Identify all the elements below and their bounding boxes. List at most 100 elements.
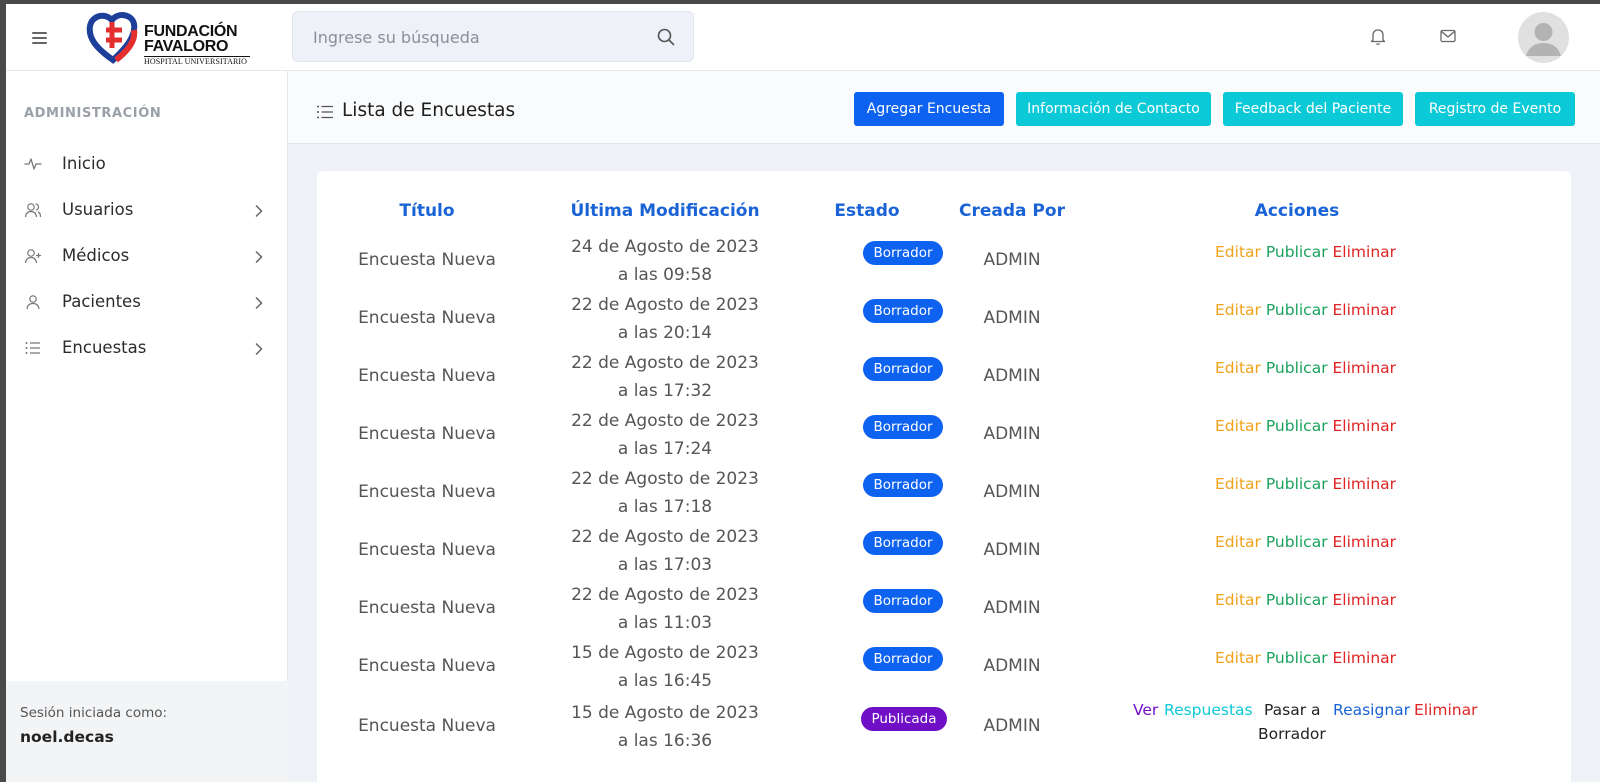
avatar[interactable] [1518, 12, 1569, 63]
heart-logo-icon [86, 12, 138, 64]
table-row: Encuesta Nueva 24 de Agosto de 2023 a las… [317, 233, 1571, 291]
contact-info-button[interactable]: Información de Contacto [1016, 92, 1211, 126]
date-line: 15 de Agosto de 2023 [571, 703, 759, 723]
delete-link[interactable]: Eliminar [1333, 591, 1397, 609]
row-actions: Editar Publicar Eliminar [1215, 475, 1396, 493]
survey-title: Encuesta Nueva [358, 366, 496, 386]
menu-icon[interactable] [32, 32, 47, 44]
time-line: a las 17:18 [617, 497, 713, 517]
bell-icon[interactable] [1370, 28, 1386, 46]
edit-link[interactable]: Editar [1215, 301, 1261, 319]
edit-link[interactable]: Editar [1215, 243, 1261, 261]
publish-link[interactable]: Publicar [1266, 649, 1328, 667]
list-icon [317, 105, 333, 119]
publish-link[interactable]: Publicar [1266, 301, 1328, 319]
status-badge: Borrador [863, 241, 943, 265]
sidebar-item-encuestas[interactable]: Encuestas [6, 329, 288, 369]
date-line: 22 de Agosto de 2023 [571, 411, 759, 431]
modified-date: 22 de Agosto de 2023 a las 17:32 [545, 349, 785, 405]
column-header-modified: Última Modificación [570, 201, 760, 221]
edit-link[interactable]: Editar [1215, 533, 1261, 551]
delete-link[interactable]: Eliminar [1333, 359, 1397, 377]
logo[interactable]: FUNDACIÓN FAVALORO HOSPITAL UNIVERSITARI… [86, 8, 256, 66]
to-draft-link[interactable]: Pasar a [1264, 701, 1321, 719]
sidebar-item-label: Usuarios [62, 200, 134, 219]
users-icon [24, 203, 42, 218]
table-row: Encuesta Nueva 22 de Agosto de 2023 a las… [317, 581, 1571, 639]
page-title: Lista de Encuestas [342, 100, 516, 121]
sidebar-heading: ADMINISTRACIÓN [24, 106, 162, 121]
table-row: Encuesta Nueva 22 de Agosto de 2023 a las… [317, 407, 1571, 465]
status-badge: Borrador [863, 647, 943, 671]
chevron-right-icon [255, 342, 263, 356]
reassign-link[interactable]: Reasignar [1333, 701, 1410, 719]
sidebar-item-label: Inicio [62, 154, 106, 173]
created-by: ADMIN [983, 250, 1041, 270]
modified-date: 22 de Agosto de 2023 a las 17:18 [545, 465, 785, 521]
created-by: ADMIN [983, 308, 1041, 328]
view-link[interactable]: Ver [1133, 701, 1158, 719]
publish-link[interactable]: Publicar [1266, 475, 1328, 493]
edit-link[interactable]: Editar [1215, 359, 1261, 377]
search-input[interactable] [313, 26, 643, 48]
delete-link[interactable]: Eliminar [1333, 475, 1397, 493]
created-by: ADMIN [983, 540, 1041, 560]
time-line: a las 11:03 [617, 613, 713, 633]
time-line: a las 09:58 [617, 265, 713, 285]
to-draft-link-2[interactable]: Borrador [1258, 725, 1326, 743]
publish-link[interactable]: Publicar [1266, 243, 1328, 261]
delete-link[interactable]: Eliminar [1333, 649, 1397, 667]
edit-link[interactable]: Editar [1215, 475, 1261, 493]
column-header-created-by: Creada Por [959, 201, 1065, 221]
delete-link[interactable]: Eliminar [1333, 243, 1397, 261]
sidebar-item-medicos[interactable]: Médicos [6, 237, 288, 277]
mail-icon[interactable] [1440, 29, 1456, 43]
delete-link[interactable]: Eliminar [1333, 417, 1397, 435]
publish-link[interactable]: Publicar [1266, 591, 1328, 609]
user-icon [26, 295, 40, 310]
logo-line-3: HOSPITAL UNIVERSITARIO [144, 57, 248, 66]
status-badge: Publicada [861, 707, 947, 731]
delete-link[interactable]: Eliminar [1333, 301, 1397, 319]
edit-link[interactable]: Editar [1215, 649, 1261, 667]
row-actions: Editar Publicar Eliminar [1215, 359, 1396, 377]
row-actions: Editar Publicar Eliminar [1215, 591, 1396, 609]
search-icon[interactable] [657, 28, 675, 46]
list-icon [25, 342, 40, 354]
table-row: Encuesta Nueva 22 de Agosto de 2023 a las… [317, 349, 1571, 407]
publish-link[interactable]: Publicar [1266, 533, 1328, 551]
event-log-button[interactable]: Registro de Evento [1415, 92, 1575, 126]
sidebar-item-pacientes[interactable]: Pacientes [6, 283, 288, 323]
created-by: ADMIN [983, 482, 1041, 502]
chevron-right-icon [255, 296, 263, 310]
edit-link[interactable]: Editar [1215, 591, 1261, 609]
survey-title: Encuesta Nueva [358, 656, 496, 676]
patient-feedback-button[interactable]: Feedback del Paciente [1223, 92, 1403, 126]
chevron-right-icon [255, 250, 263, 264]
publish-link[interactable]: Publicar [1266, 359, 1328, 377]
edit-link[interactable]: Editar [1215, 417, 1261, 435]
sidebar-item-label: Médicos [62, 246, 130, 265]
created-by: ADMIN [983, 656, 1041, 676]
add-survey-button[interactable]: Agregar Encuesta [854, 92, 1004, 126]
app-window: FUNDACIÓN FAVALORO HOSPITAL UNIVERSITARI… [6, 4, 1600, 782]
user-plus-icon [24, 249, 41, 264]
delete-link[interactable]: Eliminar [1414, 701, 1478, 719]
session-info: Sesión iniciada como: noel.decas [6, 681, 288, 782]
row-actions: Ver Respuestas Pasar a Borrador Reasigna… [1133, 701, 1493, 751]
status-badge: Borrador [863, 299, 943, 323]
row-actions: Editar Publicar Eliminar [1215, 417, 1396, 435]
created-by: ADMIN [983, 366, 1041, 386]
created-by: ADMIN [983, 598, 1041, 618]
status-badge: Borrador [863, 473, 943, 497]
sidebar: ADMINISTRACIÓN Inicio Usuarios Médicos P… [6, 71, 288, 782]
date-line: 22 de Agosto de 2023 [571, 295, 759, 315]
delete-link[interactable]: Eliminar [1333, 533, 1397, 551]
sidebar-item-inicio[interactable]: Inicio [6, 145, 288, 185]
survey-title: Encuesta Nueva [358, 250, 496, 270]
sidebar-item-usuarios[interactable]: Usuarios [6, 191, 288, 231]
responses-link[interactable]: Respuestas [1164, 701, 1253, 719]
publish-link[interactable]: Publicar [1266, 417, 1328, 435]
date-line: 24 de Agosto de 2023 [571, 237, 759, 257]
date-line: 22 de Agosto de 2023 [571, 353, 759, 373]
